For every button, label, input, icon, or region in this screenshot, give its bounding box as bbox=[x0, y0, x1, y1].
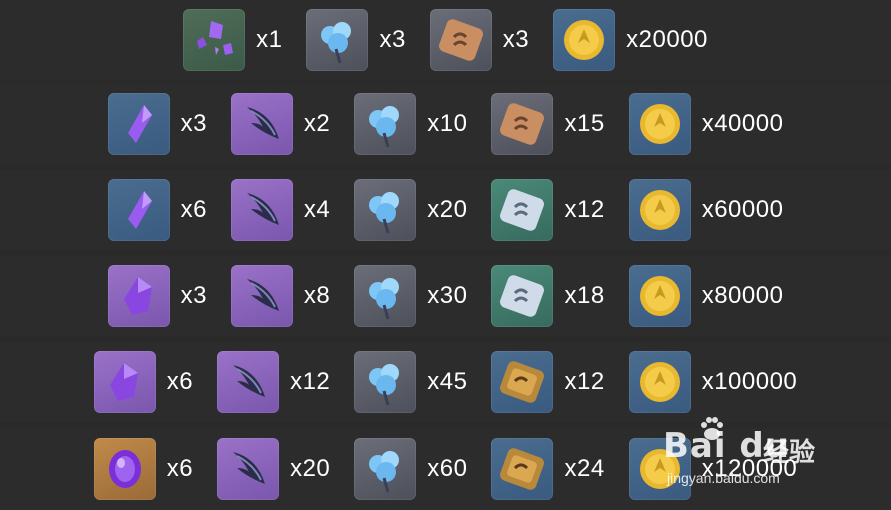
quantity-label: x30 bbox=[427, 282, 468, 309]
dark-feather-icon bbox=[230, 93, 293, 155]
quantity-label: x40000 bbox=[701, 110, 784, 137]
material-item: x12 bbox=[217, 351, 330, 413]
material-item: x2 bbox=[230, 93, 331, 155]
material-item: x18 bbox=[491, 265, 604, 327]
material-row-1: x1 x3 x3 x20000 bbox=[0, 0, 891, 80]
material-item: x20 bbox=[217, 438, 330, 500]
blue-flower-icon bbox=[354, 179, 417, 241]
material-item: x60000 bbox=[628, 179, 784, 241]
purple-chunk-icon bbox=[107, 265, 170, 327]
silver-scroll-icon bbox=[491, 179, 554, 241]
quantity-label: x6 bbox=[180, 196, 207, 223]
material-item: x15 bbox=[491, 93, 604, 155]
material-item: x3 bbox=[107, 265, 207, 327]
material-item: x40000 bbox=[628, 93, 784, 155]
purple-crystal-icon bbox=[107, 179, 170, 241]
baidu-jingyan-watermark: Bai du 经验 jingyan.baidu.com bbox=[623, 410, 843, 498]
quantity-label: x12 bbox=[564, 368, 605, 395]
material-item: x80000 bbox=[628, 265, 784, 327]
quantity-label: x80000 bbox=[701, 282, 784, 309]
dark-feather-icon bbox=[217, 438, 280, 500]
quantity-label: x10 bbox=[427, 110, 468, 137]
quantity-label: x3 bbox=[502, 26, 530, 53]
watermark-title: 经验 bbox=[763, 437, 816, 467]
dark-feather-icon bbox=[217, 351, 280, 413]
material-row-3: x6 x4 x20 x12 x60000 bbox=[0, 170, 891, 250]
material-item: x8 bbox=[230, 265, 331, 327]
material-item: x100000 bbox=[628, 351, 798, 413]
quantity-label: x3 bbox=[180, 110, 207, 137]
material-item: x1 bbox=[183, 9, 282, 71]
material-item: x24 bbox=[491, 438, 604, 500]
quantity-label: x20 bbox=[427, 196, 468, 223]
quantity-label: x3 bbox=[180, 282, 207, 309]
quantity-label: x18 bbox=[564, 282, 605, 309]
purple-shards-icon bbox=[183, 9, 246, 71]
blue-flower-icon bbox=[354, 438, 417, 500]
material-item: x6 bbox=[93, 351, 194, 413]
material-item: x45 bbox=[354, 351, 467, 413]
watermark-url: jingyan.baidu.com bbox=[667, 470, 780, 486]
material-item: x4 bbox=[230, 179, 331, 241]
material-item: x30 bbox=[354, 265, 467, 327]
quantity-label: x100000 bbox=[701, 368, 798, 395]
material-item: x60 bbox=[354, 438, 467, 500]
quantity-label: x1 bbox=[256, 26, 283, 53]
blue-flower-icon bbox=[354, 351, 417, 413]
blue-flower-icon bbox=[354, 93, 417, 155]
bronze-scroll-icon bbox=[491, 93, 554, 155]
purple-gem-icon bbox=[93, 438, 156, 500]
quantity-label: x6 bbox=[166, 368, 194, 395]
quantity-label: x12 bbox=[290, 368, 331, 395]
material-item: x6 bbox=[93, 438, 194, 500]
blue-flower-icon bbox=[354, 265, 417, 327]
quantity-label: x15 bbox=[564, 110, 605, 137]
quantity-label: x20 bbox=[290, 455, 331, 482]
material-item: x3 bbox=[306, 9, 405, 71]
gold-coin-icon bbox=[553, 9, 616, 71]
dark-feather-icon bbox=[230, 179, 293, 241]
quantity-label: x24 bbox=[564, 455, 605, 482]
material-item: x10 bbox=[354, 93, 467, 155]
gold-coin-icon bbox=[628, 265, 691, 327]
material-item: x12 bbox=[491, 351, 604, 413]
material-item: x3 bbox=[107, 93, 207, 155]
material-row-4: x3 x8 x30 x18 x80000 bbox=[0, 256, 891, 336]
quantity-label: x6 bbox=[166, 455, 194, 482]
material-item: x6 bbox=[107, 179, 207, 241]
material-item: x12 bbox=[491, 179, 604, 241]
gold-coin-icon bbox=[628, 179, 691, 241]
quantity-label: x4 bbox=[303, 196, 331, 223]
quantity-label: x60 bbox=[427, 455, 468, 482]
purple-crystal-icon bbox=[107, 93, 170, 155]
silver-scroll-icon bbox=[491, 265, 554, 327]
gold-scroll-icon bbox=[491, 351, 554, 413]
material-item: x20 bbox=[354, 179, 467, 241]
blue-flower-icon bbox=[306, 9, 369, 71]
quantity-label: x60000 bbox=[701, 196, 784, 223]
material-item: x20000 bbox=[553, 9, 708, 71]
gold-coin-icon bbox=[628, 93, 691, 155]
material-item: x3 bbox=[429, 9, 530, 71]
quantity-label: x8 bbox=[303, 282, 331, 309]
dark-feather-icon bbox=[230, 265, 293, 327]
gold-coin-icon bbox=[628, 351, 691, 413]
purple-chunk-icon bbox=[93, 351, 156, 413]
quantity-label: x3 bbox=[379, 26, 406, 53]
quantity-label: x20000 bbox=[626, 26, 708, 53]
bronze-scroll-icon bbox=[429, 9, 492, 71]
material-row-2: x3 x2 x10 x15 x40000 bbox=[0, 84, 891, 164]
quantity-label: x45 bbox=[427, 368, 468, 395]
quantity-label: x12 bbox=[564, 196, 605, 223]
quantity-label: x2 bbox=[303, 110, 331, 137]
gold-scroll-icon bbox=[491, 438, 554, 500]
